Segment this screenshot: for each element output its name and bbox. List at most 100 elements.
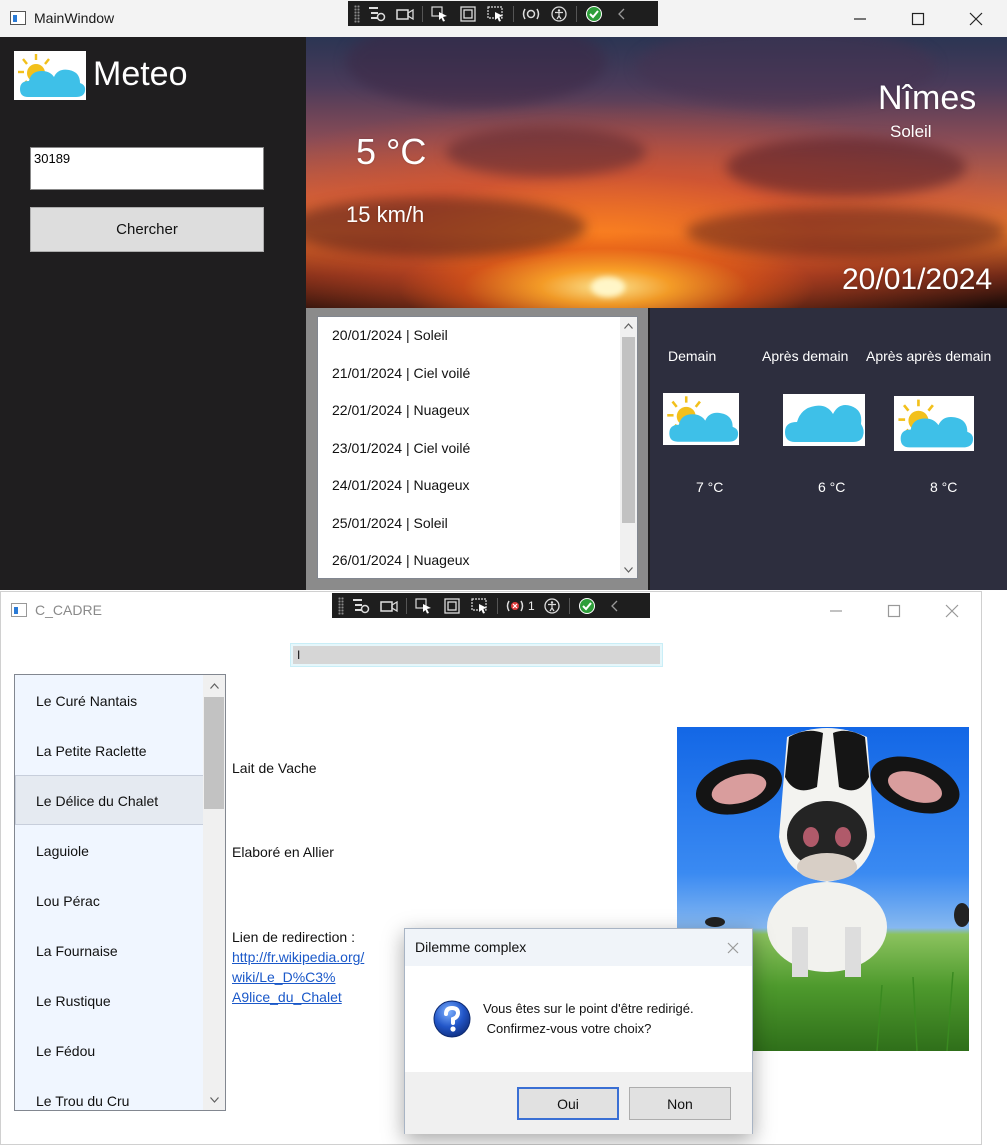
cheese-list-item[interactable]: La Petite Raclette — [15, 725, 225, 775]
minimize-button[interactable] — [831, 0, 889, 37]
scroll-thumb[interactable] — [622, 337, 635, 523]
cheese-scrollbar[interactable] — [203, 675, 225, 1110]
cheese-list-item[interactable]: Lou Pérac — [15, 875, 225, 925]
dialog-message-line-2: Confirmez-vous votre choix? — [483, 1021, 652, 1036]
toolbar-separator — [576, 5, 577, 22]
close-icon — [969, 12, 983, 25]
maximize-button[interactable] — [865, 592, 923, 629]
scroll-down-icon[interactable] — [203, 1091, 225, 1108]
cloud-shape — [726, 137, 966, 197]
current-temperature: 5 °C — [356, 131, 427, 172]
postal-code-input[interactable]: 30189 — [30, 147, 264, 190]
forecast-list-item[interactable]: 26/01/2024 | Nuageux — [318, 542, 637, 578]
cheese-list-item[interactable]: Le Fédou — [15, 1025, 225, 1075]
next-day-label: Demain — [668, 348, 717, 364]
dialog-message-line-1: Vous êtes sur le point d'être redirigé. — [483, 1001, 694, 1016]
toolbar-separator — [568, 597, 570, 614]
accessibility-checker-icon[interactable] — [548, 5, 570, 23]
yes-button[interactable]: Oui — [517, 1087, 619, 1120]
select-element-icon[interactable] — [413, 597, 435, 615]
cheese-list-item-selected[interactable]: Le Délice du Chalet — [15, 775, 225, 825]
city-name: Nîmes — [878, 79, 977, 117]
minimize-button[interactable] — [807, 592, 865, 629]
cheese-list-item[interactable]: Le Rustique — [15, 975, 225, 1025]
dialog-close-button[interactable] — [722, 937, 744, 959]
scroll-thumb[interactable] — [204, 697, 224, 809]
binding-failure-count: 1 — [528, 598, 535, 613]
binding-failures-error-icon[interactable] — [504, 597, 526, 615]
next-day-label: Après après demain — [866, 348, 992, 364]
cheese-list-item[interactable]: Laguiole — [15, 825, 225, 875]
window-title: MainWindow — [34, 10, 115, 26]
record-video-icon[interactable] — [378, 597, 400, 615]
cloud-icon — [783, 394, 865, 446]
scroll-up-icon[interactable] — [203, 677, 225, 694]
close-button[interactable] — [923, 592, 981, 629]
forecast-list-item[interactable]: 24/01/2024 | Nuageux — [318, 467, 637, 505]
live-visual-tree-icon[interactable] — [350, 597, 372, 615]
display-layout-adorners-icon[interactable] — [457, 5, 479, 23]
toolbar-separator — [513, 5, 514, 22]
weather-logo-icon — [14, 51, 86, 100]
scroll-down-icon[interactable] — [620, 561, 637, 578]
track-focus-icon[interactable] — [469, 597, 491, 615]
cheese-name-field[interactable]: I — [290, 643, 663, 667]
forecast-list-item[interactable]: 22/01/2024 | Nuageux — [318, 392, 637, 430]
wikipedia-link-line[interactable]: A9lice_du_Chalet — [232, 989, 342, 1005]
forecast-list-item[interactable]: 23/01/2024 | Ciel voilé — [318, 430, 637, 468]
scroll-up-icon[interactable] — [620, 317, 637, 334]
next-day-temperature: 8 °C — [930, 479, 958, 495]
dialog-body: Vous êtes sur le point d'être redirigé. … — [405, 966, 752, 1072]
current-date: 20/01/2024 — [842, 263, 993, 296]
maximize-button[interactable] — [889, 0, 947, 37]
toolbar-separator — [406, 597, 407, 614]
record-video-icon[interactable] — [394, 5, 416, 23]
display-layout-adorners-icon[interactable] — [441, 597, 463, 615]
main-window-titlebar[interactable]: MainWindow — [0, 0, 1007, 37]
binding-failures-icon[interactable] — [520, 5, 542, 23]
search-button[interactable]: Chercher — [30, 207, 264, 252]
toolbar-separator — [497, 597, 498, 614]
hot-reload-check-icon[interactable] — [583, 5, 605, 23]
select-element-icon[interactable] — [429, 5, 451, 23]
cheese-list-item[interactable]: Le Trou du Cru — [15, 1075, 225, 1110]
no-button[interactable]: Non — [629, 1087, 731, 1120]
maximize-icon — [911, 12, 925, 25]
close-icon — [945, 604, 959, 617]
cloud-shape — [346, 37, 606, 107]
toolbar-grip-icon[interactable] — [338, 596, 344, 615]
maximize-icon — [887, 604, 901, 617]
forecast-scrollbar[interactable] — [620, 317, 637, 578]
next-day-temperature: 6 °C — [818, 479, 846, 495]
current-wind-speed: 15 km/h — [346, 202, 425, 227]
cheese-list-item[interactable]: La Fournaise — [15, 925, 225, 975]
cheese-list-item[interactable]: Le Curé Nantais — [15, 675, 225, 725]
live-visual-tree-icon[interactable] — [366, 5, 388, 23]
search-sidebar: Meteo 30189 Chercher — [0, 37, 304, 590]
wikipedia-link-line[interactable]: wiki/Le_D%C3% — [232, 969, 335, 985]
accessibility-checker-icon[interactable] — [541, 597, 563, 615]
cheese-name-value[interactable]: I — [293, 646, 660, 664]
forecast-list-item[interactable]: 25/01/2024 | Soleil — [318, 505, 637, 543]
dialog-titlebar[interactable]: Dilemme complex — [405, 929, 752, 966]
minimize-icon — [830, 609, 842, 612]
forecast-list-item[interactable]: 20/01/2024 | Soleil — [318, 317, 637, 355]
window-app-icon — [10, 11, 26, 25]
track-focus-icon[interactable] — [485, 5, 507, 23]
toolbar-grip-icon[interactable] — [354, 4, 360, 23]
sun-cloud-icon — [663, 393, 739, 445]
confirm-redirect-dialog: Dilemme complex Vous êtes sur le point d… — [404, 928, 753, 1134]
collapse-chevron-icon[interactable] — [611, 5, 633, 23]
close-icon — [727, 942, 739, 954]
collapse-chevron-icon[interactable] — [604, 597, 626, 615]
sun-glare — [591, 277, 625, 297]
cheese-window-titlebar[interactable]: C_CADRE 1 — [1, 592, 981, 629]
dialog-title: Dilemme complex — [415, 939, 527, 955]
forecast-listbox[interactable]: 20/01/2024 | Soleil 21/01/2024 | Ciel vo… — [317, 316, 638, 579]
minimize-icon — [854, 17, 866, 20]
cheese-listbox[interactable]: Le Curé Nantais La Petite Raclette Le Dé… — [14, 674, 226, 1111]
wikipedia-link-line[interactable]: http://fr.wikipedia.org/ — [232, 949, 364, 965]
forecast-list-item[interactable]: 21/01/2024 | Ciel voilé — [318, 355, 637, 393]
close-button[interactable] — [947, 0, 1005, 37]
hot-reload-check-icon[interactable] — [576, 597, 598, 615]
